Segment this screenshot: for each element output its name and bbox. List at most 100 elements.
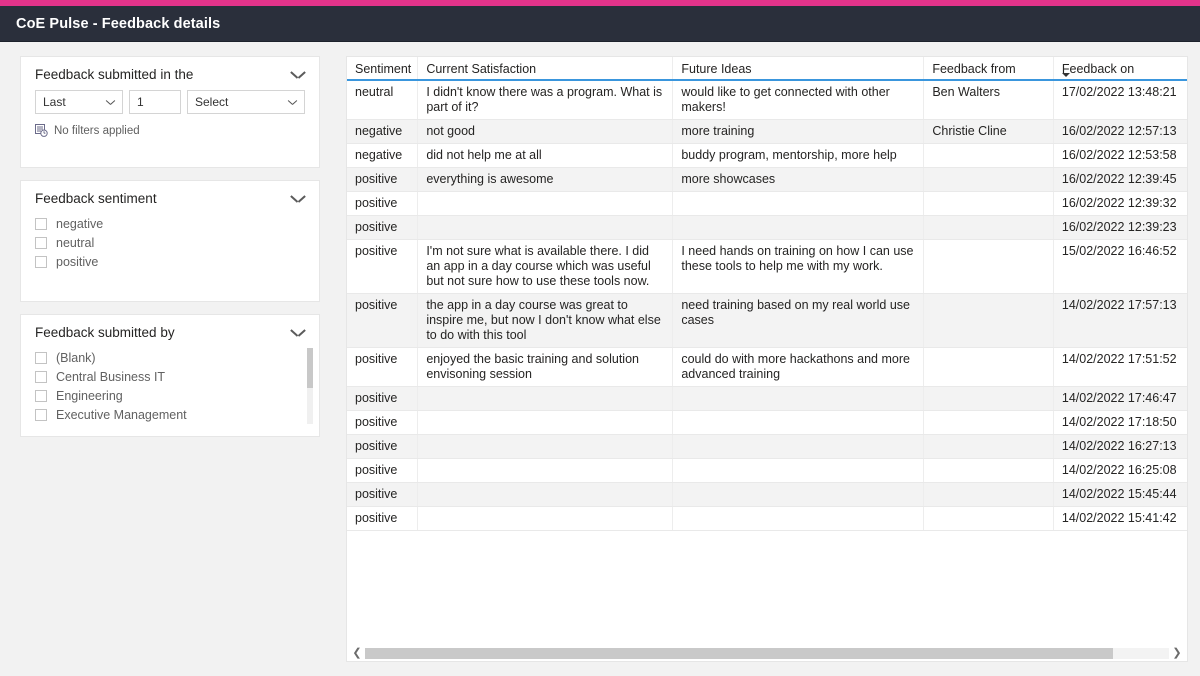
table-row[interactable]: positive 14/02/2022 15:45:44 [347,482,1187,507]
checkbox-icon[interactable] [35,370,47,383]
cell-sentiment: positive [347,191,418,216]
filter-card-submitted-by-title: Feedback submitted by [35,325,175,340]
cell-on: 14/02/2022 16:27:13 [1052,434,1187,459]
date-range-count-input[interactable]: 1 [129,90,181,114]
column-header-current-satisfaction[interactable]: Current Satisfaction [417,57,673,81]
submitted-by-option-central-business-it[interactable]: Central Business IT [35,367,305,386]
table-row[interactable]: neutral I didn't know there was a progra… [347,81,1187,120]
column-header-feedback-on[interactable]: Feedback on [1052,57,1187,81]
page-title: CoE Pulse - Feedback details [16,15,221,32]
cell-on: 16/02/2022 12:53:58 [1052,143,1187,168]
table-row[interactable]: positive 14/02/2022 17:46:47 [347,386,1187,411]
date-range-unit-dropdown[interactable]: Select [187,90,305,114]
date-range-type-dropdown[interactable]: Last [35,90,123,114]
checkbox-icon[interactable] [35,408,47,421]
table-row[interactable]: positive everything is awesome more show… [347,167,1187,192]
scrollbar-track[interactable] [365,648,1169,659]
cell-ideas [672,191,924,216]
filter-card-sentiment-title: Feedback sentiment [35,191,157,206]
submitted-by-option-engineering[interactable]: Engineering [35,386,305,405]
submitted-by-option-blank[interactable]: (Blank) [35,348,305,367]
table-row[interactable]: positive 14/02/2022 16:27:13 [347,434,1187,459]
cell-on: 14/02/2022 17:18:50 [1052,410,1187,435]
checkbox-icon[interactable] [35,217,47,230]
cell-ideas: could do with more hackathons and more a… [672,347,924,387]
chevron-left-icon[interactable]: ❮ [349,647,365,661]
cell-sentiment: neutral [347,81,418,120]
cell-satisfaction [417,191,673,216]
column-header-future-ideas[interactable]: Future Ideas [672,57,924,81]
table-header-row: Sentiment Current Satisfaction Future Id… [347,57,1187,81]
sentiment-option-negative[interactable]: negative [35,214,305,233]
sentiment-option-positive[interactable]: positive [35,252,305,271]
cell-ideas: need training based on my real world use… [672,293,924,348]
submitted-by-option-label: (Blank) [56,350,96,365]
cell-sentiment: positive [347,434,418,459]
cell-satisfaction [417,410,673,435]
cell-from [923,239,1054,294]
app-header: CoE Pulse - Feedback details [0,6,1200,42]
scrollbar-thumb[interactable] [365,648,1113,659]
cell-sentiment: positive [347,458,418,483]
submitted-by-option-label: Executive Management [56,407,187,422]
card-spacer [35,137,305,155]
sentiment-option-label: positive [56,254,99,269]
chevron-down-icon [288,100,297,106]
filter-card-sentiment-header: Feedback sentiment [35,191,305,206]
table-row[interactable]: positive 16/02/2022 12:39:23 [347,215,1187,240]
feedback-table-body-area[interactable]: neutral I didn't know there was a progra… [347,81,1187,645]
cell-satisfaction [417,458,673,483]
table-row[interactable]: positive 14/02/2022 17:18:50 [347,410,1187,435]
cell-from [923,458,1054,483]
cell-satisfaction [417,215,673,240]
checkbox-icon[interactable] [35,236,47,249]
filter-clock-icon [35,124,48,137]
cell-on: 16/02/2022 12:39:45 [1052,167,1187,192]
chevron-down-icon[interactable] [291,70,305,79]
sentiment-option-label: neutral [56,235,95,250]
cell-from [923,506,1054,531]
cell-ideas: more training [672,119,924,144]
filter-card-submitted-by-header: Feedback submitted by [35,325,305,340]
sort-descending-icon [1061,73,1070,77]
cell-ideas [672,215,924,240]
chevron-down-icon[interactable] [291,328,305,337]
cell-from [923,347,1054,387]
cell-on: 17/02/2022 13:48:21 [1052,81,1187,120]
table-row[interactable]: negative did not help me at all buddy pr… [347,143,1187,168]
card-spacer [35,271,305,289]
cell-on: 14/02/2022 17:51:52 [1052,347,1187,387]
checkbox-icon[interactable] [35,351,47,364]
checkbox-icon[interactable] [35,389,47,402]
table-row[interactable]: positive 14/02/2022 15:41:42 [347,506,1187,531]
sentiment-option-list: negative neutral positive [35,214,305,271]
cell-from: Ben Walters [923,81,1054,120]
table-row[interactable]: negative not good more training Christie… [347,119,1187,144]
chevron-right-icon[interactable]: ❯ [1169,647,1185,661]
cell-ideas: more showcases [672,167,924,192]
submitted-by-list-scrollbar[interactable] [307,348,313,424]
cell-from [923,167,1054,192]
cell-sentiment: positive [347,293,418,348]
cell-satisfaction: did not help me at all [417,143,673,168]
column-header-sentiment[interactable]: Sentiment [347,57,418,81]
chevron-down-icon[interactable] [291,194,305,203]
cell-on: 15/02/2022 16:46:52 [1052,239,1187,294]
filter-card-sentiment: Feedback sentiment negative neutral posi… [20,180,320,302]
table-horizontal-scrollbar[interactable]: ❮ ❯ [347,645,1187,661]
table-row[interactable]: positive 16/02/2022 12:39:32 [347,191,1187,216]
table-row[interactable]: positive 14/02/2022 16:25:08 [347,458,1187,483]
table-row[interactable]: positive I'm not sure what is available … [347,239,1187,294]
submitted-by-option-executive-management[interactable]: Executive Management [35,405,305,424]
sentiment-option-neutral[interactable]: neutral [35,233,305,252]
column-header-feedback-from[interactable]: Feedback from [923,57,1054,81]
cell-ideas: would like to get connected with other m… [672,81,924,120]
submitted-by-option-label: Central Business IT [56,369,166,384]
cell-on: 14/02/2022 15:41:42 [1052,506,1187,531]
scrollbar-thumb[interactable] [307,348,313,388]
checkbox-icon[interactable] [35,255,47,268]
table-row[interactable]: positive the app in a day course was gre… [347,293,1187,348]
table-row[interactable]: positive enjoyed the basic training and … [347,347,1187,387]
date-range-type-value: Last [43,95,66,109]
submitted-by-option-list: (Blank) Central Business IT Engineering … [35,348,313,424]
